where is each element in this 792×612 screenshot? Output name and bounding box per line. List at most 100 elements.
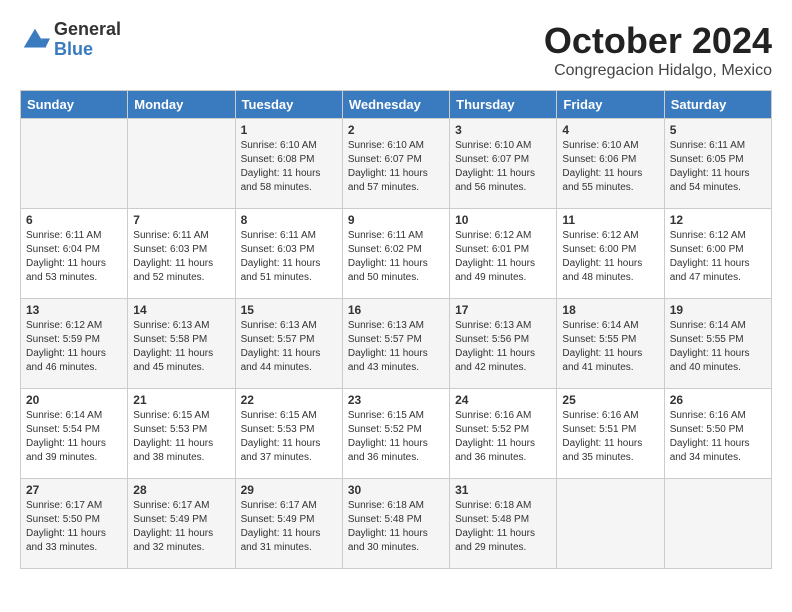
day-number: 6 bbox=[26, 213, 122, 227]
day-cell: 16 Sunrise: 6:13 AMSunset: 5:57 PMDayligh… bbox=[342, 299, 449, 389]
month-title: October 2024 bbox=[544, 20, 772, 62]
header-friday: Friday bbox=[557, 91, 664, 119]
day-info: Sunrise: 6:12 AMSunset: 6:00 PMDaylight:… bbox=[562, 229, 658, 285]
header-sunday: Sunday bbox=[21, 91, 128, 119]
day-info: Sunrise: 6:11 AMSunset: 6:03 PMDaylight:… bbox=[133, 229, 229, 285]
day-number: 3 bbox=[455, 123, 551, 137]
day-info: Sunrise: 6:12 AMSunset: 6:00 PMDaylight:… bbox=[670, 229, 766, 285]
logo-general: General bbox=[54, 20, 121, 40]
day-number: 17 bbox=[455, 303, 551, 317]
day-info: Sunrise: 6:15 AMSunset: 5:52 PMDaylight:… bbox=[348, 409, 444, 465]
day-number: 16 bbox=[348, 303, 444, 317]
day-number: 26 bbox=[670, 393, 766, 407]
day-number: 9 bbox=[348, 213, 444, 227]
title-area: October 2024 Congregacion Hidalgo, Mexic… bbox=[544, 20, 772, 80]
day-info: Sunrise: 6:14 AMSunset: 5:55 PMDaylight:… bbox=[562, 319, 658, 375]
day-number: 14 bbox=[133, 303, 229, 317]
day-info: Sunrise: 6:15 AMSunset: 5:53 PMDaylight:… bbox=[133, 409, 229, 465]
day-number: 12 bbox=[670, 213, 766, 227]
day-info: Sunrise: 6:11 AMSunset: 6:03 PMDaylight:… bbox=[241, 229, 337, 285]
day-cell: 29Sunrise: 6:17 AMSunset: 5:49 PMDayligh… bbox=[235, 479, 342, 569]
day-info: Sunrise: 6:16 AMSunset: 5:52 PMDaylight:… bbox=[455, 409, 551, 465]
week-row-1: 1 Sunrise: 6:10 AMSunset: 6:08 PMDaylight… bbox=[21, 119, 772, 209]
header-monday: Monday bbox=[128, 91, 235, 119]
day-number: 10 bbox=[455, 213, 551, 227]
day-cell: 28 Sunrise: 6:17 AMSunset: 5:49 PMDayligh… bbox=[128, 479, 235, 569]
day-info: Sunrise: 6:17 AMSunset: 5:49 PMDaylight:… bbox=[133, 499, 229, 555]
day-cell: 19 Sunrise: 6:14 AMSunset: 5:55 PMDayligh… bbox=[664, 299, 771, 389]
day-cell: 10 Sunrise: 6:12 AMSunset: 6:01 PMDayligh… bbox=[450, 209, 557, 299]
day-info: Sunrise: 6:10 AMSunset: 6:07 PMDaylight:… bbox=[348, 139, 444, 195]
day-cell: 18Sunrise: 6:14 AMSunset: 5:55 PMDayligh… bbox=[557, 299, 664, 389]
day-info: Sunrise: 6:12 AMSunset: 6:01 PMDaylight:… bbox=[455, 229, 551, 285]
day-cell: 1 Sunrise: 6:10 AMSunset: 6:08 PMDaylight… bbox=[235, 119, 342, 209]
day-info: Sunrise: 6:10 AMSunset: 6:08 PMDaylight:… bbox=[241, 139, 337, 195]
day-cell: 25 Sunrise: 6:16 AMSunset: 5:51 PMDayligh… bbox=[557, 389, 664, 479]
day-number: 7 bbox=[133, 213, 229, 227]
day-number: 8 bbox=[241, 213, 337, 227]
day-cell: 8 Sunrise: 6:11 AMSunset: 6:03 PMDaylight… bbox=[235, 209, 342, 299]
day-number: 28 bbox=[133, 483, 229, 497]
day-cell: 30Sunrise: 6:18 AMSunset: 5:48 PMDayligh… bbox=[342, 479, 449, 569]
day-cell: 13 Sunrise: 6:12 AMSunset: 5:59 PMDayligh… bbox=[21, 299, 128, 389]
logo-icon bbox=[20, 25, 50, 55]
day-info: Sunrise: 6:11 AMSunset: 6:05 PMDaylight:… bbox=[670, 139, 766, 195]
day-cell: 9 Sunrise: 6:11 AMSunset: 6:02 PMDaylight… bbox=[342, 209, 449, 299]
logo: General Blue bbox=[20, 20, 121, 60]
day-number: 4 bbox=[562, 123, 658, 137]
day-info: Sunrise: 6:13 AMSunset: 5:57 PMDaylight:… bbox=[348, 319, 444, 375]
day-number: 31 bbox=[455, 483, 551, 497]
day-cell: 26Sunrise: 6:16 AMSunset: 5:50 PMDayligh… bbox=[664, 389, 771, 479]
day-cell: 7 Sunrise: 6:11 AMSunset: 6:03 PMDaylight… bbox=[128, 209, 235, 299]
week-row-2: 6Sunrise: 6:11 AMSunset: 6:04 PMDaylight… bbox=[21, 209, 772, 299]
day-info: Sunrise: 6:15 AMSunset: 5:53 PMDaylight:… bbox=[241, 409, 337, 465]
week-row-3: 13 Sunrise: 6:12 AMSunset: 5:59 PMDayligh… bbox=[21, 299, 772, 389]
day-cell bbox=[664, 479, 771, 569]
day-number: 13 bbox=[26, 303, 122, 317]
day-cell bbox=[128, 119, 235, 209]
day-cell: 2 Sunrise: 6:10 AMSunset: 6:07 PMDaylight… bbox=[342, 119, 449, 209]
day-number: 23 bbox=[348, 393, 444, 407]
day-number: 5 bbox=[670, 123, 766, 137]
day-info: Sunrise: 6:14 AMSunset: 5:54 PMDaylight:… bbox=[26, 409, 122, 465]
day-cell: 31 Sunrise: 6:18 AMSunset: 5:48 PMDayligh… bbox=[450, 479, 557, 569]
header-wednesday: Wednesday bbox=[342, 91, 449, 119]
day-info: Sunrise: 6:11 AMSunset: 6:02 PMDaylight:… bbox=[348, 229, 444, 285]
day-info: Sunrise: 6:18 AMSunset: 5:48 PMDaylight:… bbox=[455, 499, 551, 555]
day-cell: 22 Sunrise: 6:15 AMSunset: 5:53 PMDayligh… bbox=[235, 389, 342, 479]
day-cell: 23 Sunrise: 6:15 AMSunset: 5:52 PMDayligh… bbox=[342, 389, 449, 479]
day-number: 19 bbox=[670, 303, 766, 317]
day-cell: 20Sunrise: 6:14 AMSunset: 5:54 PMDayligh… bbox=[21, 389, 128, 479]
day-number: 30 bbox=[348, 483, 444, 497]
day-number: 21 bbox=[133, 393, 229, 407]
header-thursday: Thursday bbox=[450, 91, 557, 119]
day-number: 29 bbox=[241, 483, 337, 497]
day-number: 11 bbox=[562, 213, 658, 227]
day-number: 22 bbox=[241, 393, 337, 407]
day-number: 27 bbox=[26, 483, 122, 497]
day-info: Sunrise: 6:10 AMSunset: 6:06 PMDaylight:… bbox=[562, 139, 658, 195]
day-cell: 11 Sunrise: 6:12 AMSunset: 6:00 PMDayligh… bbox=[557, 209, 664, 299]
day-cell: 15Sunrise: 6:13 AMSunset: 5:57 PMDayligh… bbox=[235, 299, 342, 389]
day-number: 2 bbox=[348, 123, 444, 137]
logo-blue: Blue bbox=[54, 40, 121, 60]
day-info: Sunrise: 6:12 AMSunset: 5:59 PMDaylight:… bbox=[26, 319, 122, 375]
day-info: Sunrise: 6:13 AMSunset: 5:56 PMDaylight:… bbox=[455, 319, 551, 375]
day-info: Sunrise: 6:14 AMSunset: 5:55 PMDaylight:… bbox=[670, 319, 766, 375]
header-tuesday: Tuesday bbox=[235, 91, 342, 119]
day-cell: 12 Sunrise: 6:12 AMSunset: 6:00 PMDayligh… bbox=[664, 209, 771, 299]
page-header: General Blue October 2024 Congregacion H… bbox=[20, 20, 772, 80]
day-cell: 5 Sunrise: 6:11 AMSunset: 6:05 PMDaylight… bbox=[664, 119, 771, 209]
location: Congregacion Hidalgo, Mexico bbox=[544, 62, 772, 80]
day-cell: 4 Sunrise: 6:10 AMSunset: 6:06 PMDaylight… bbox=[557, 119, 664, 209]
calendar-table: SundayMondayTuesdayWednesdayThursdayFrid… bbox=[20, 90, 772, 569]
day-number: 1 bbox=[241, 123, 337, 137]
header-row: SundayMondayTuesdayWednesdayThursdayFrid… bbox=[21, 91, 772, 119]
day-number: 25 bbox=[562, 393, 658, 407]
day-info: Sunrise: 6:16 AMSunset: 5:51 PMDaylight:… bbox=[562, 409, 658, 465]
day-cell: 21 Sunrise: 6:15 AMSunset: 5:53 PMDayligh… bbox=[128, 389, 235, 479]
day-info: Sunrise: 6:10 AMSunset: 6:07 PMDaylight:… bbox=[455, 139, 551, 195]
day-cell bbox=[21, 119, 128, 209]
day-info: Sunrise: 6:13 AMSunset: 5:58 PMDaylight:… bbox=[133, 319, 229, 375]
day-cell: 6Sunrise: 6:11 AMSunset: 6:04 PMDaylight… bbox=[21, 209, 128, 299]
